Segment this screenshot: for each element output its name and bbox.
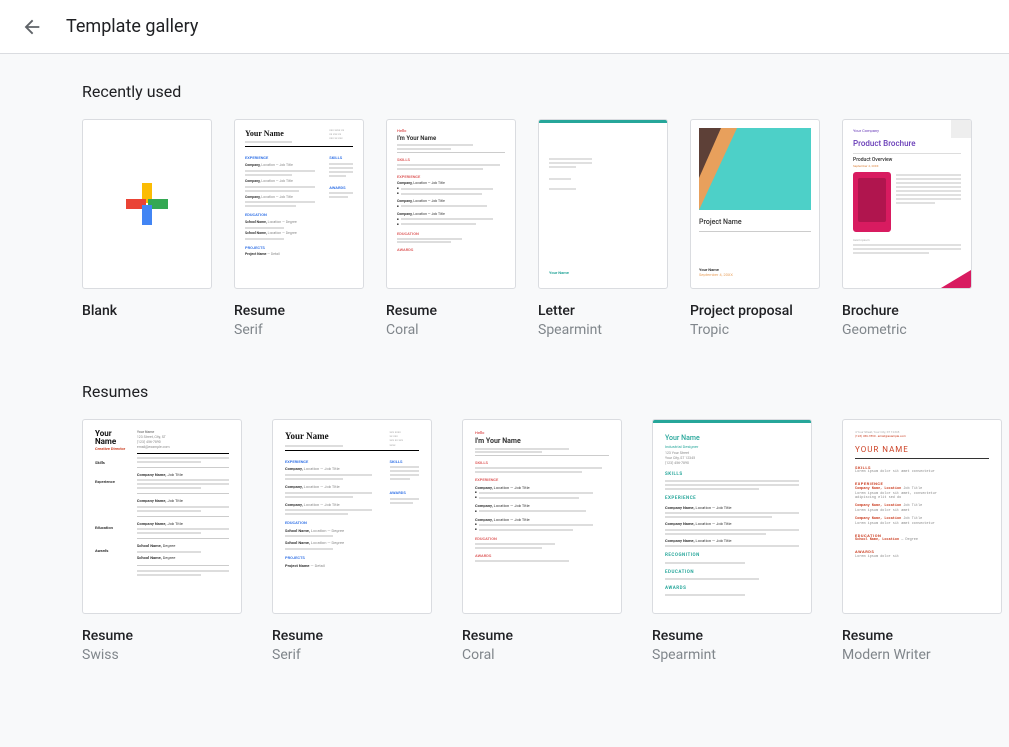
card-sub: Tropic [690, 322, 820, 338]
row-resumes: YourName Creative Director Skills Experi… [82, 419, 927, 663]
section-title-recent: Recently used [82, 82, 927, 101]
arrow-left-icon [21, 16, 43, 38]
template-card-resume-serif-2[interactable]: Your Name xxx xxxxxx xxxxxx xx xxxxxxx E… [272, 419, 432, 663]
thumb-project-proposal: Project Name Your NameSeptember 4, 20XX [690, 119, 820, 289]
thumb-brochure: Your Company Product Brochure Product Ov… [842, 119, 972, 289]
thumb-resume-modern-writer: 4 Your Street, Your City, ST 12345 (123)… [842, 419, 1002, 614]
back-button[interactable] [12, 7, 52, 47]
header-bar: Template gallery [0, 0, 1009, 54]
card-title: Project proposal [690, 303, 820, 319]
thumb-resume-serif: Your Name xxx xxxx xxxx xxx xxxxx xx xxx… [234, 119, 364, 289]
template-card-resume-modern-writer[interactable]: 4 Your Street, Your City, ST 12345 (123)… [842, 419, 1002, 663]
thumb-resume-coral: Hello I'm Your Name SKILLS EXPERIENCE Co… [386, 119, 516, 289]
card-title: Resume [462, 628, 622, 644]
card-sub: Modern Writer [842, 647, 1002, 663]
card-title: Resume [234, 303, 364, 319]
card-title: Letter [538, 303, 668, 319]
thumb-resume-swiss: YourName Creative Director Skills Experi… [82, 419, 242, 614]
card-title: Brochure [842, 303, 972, 319]
template-card-blank[interactable]: Blank [82, 119, 212, 338]
card-title: Resume [842, 628, 1002, 644]
plus-icon [126, 183, 168, 225]
thumb-resume-spearmint: Your Name Industrial Designer 123 Your S… [652, 419, 812, 614]
thumb-resume-serif-2: Your Name xxx xxxxxx xxxxxx xx xxxxxxx E… [272, 419, 432, 614]
card-sub: Spearmint [538, 322, 668, 338]
page-title: Template gallery [66, 16, 198, 37]
content-area: Recently used Blank Your Name xxx xxxx x… [0, 54, 1009, 747]
thumb-blank [82, 119, 212, 289]
card-title: Blank [82, 303, 212, 319]
card-sub: Coral [386, 322, 516, 338]
template-card-project-proposal[interactable]: Project Name Your NameSeptember 4, 20XX … [690, 119, 820, 338]
template-card-resume-spearmint[interactable]: Your Name Industrial Designer 123 Your S… [652, 419, 812, 663]
template-card-resume-swiss[interactable]: YourName Creative Director Skills Experi… [82, 419, 242, 663]
card-title: Resume [386, 303, 516, 319]
template-card-resume-coral-2[interactable]: Hello I'm Your Name SKILLS EXPERIENCE Co… [462, 419, 622, 663]
card-sub: Serif [272, 647, 432, 663]
template-card-resume-coral[interactable]: Hello I'm Your Name SKILLS EXPERIENCE Co… [386, 119, 516, 338]
card-sub: Coral [462, 647, 622, 663]
thumb-resume-coral-2: Hello I'm Your Name SKILLS EXPERIENCE Co… [462, 419, 622, 614]
thumb-letter-spearmint: Your Name [538, 119, 668, 289]
card-title: Resume [272, 628, 432, 644]
template-card-resume-serif[interactable]: Your Name xxx xxxx xxxx xxx xxxxx xx xxx… [234, 119, 364, 338]
card-sub: Spearmint [652, 647, 812, 663]
row-recent: Blank Your Name xxx xxxx xxxx xxx xxxxx … [82, 119, 927, 338]
card-sub: Swiss [82, 647, 242, 663]
card-sub: Geometric [842, 322, 972, 338]
card-title: Resume [652, 628, 812, 644]
section-title-resumes: Resumes [82, 382, 927, 401]
template-card-brochure[interactable]: Your Company Product Brochure Product Ov… [842, 119, 972, 338]
card-title: Resume [82, 628, 242, 644]
template-card-letter-spearmint[interactable]: Your Name Letter Spearmint [538, 119, 668, 338]
card-sub: Serif [234, 322, 364, 338]
